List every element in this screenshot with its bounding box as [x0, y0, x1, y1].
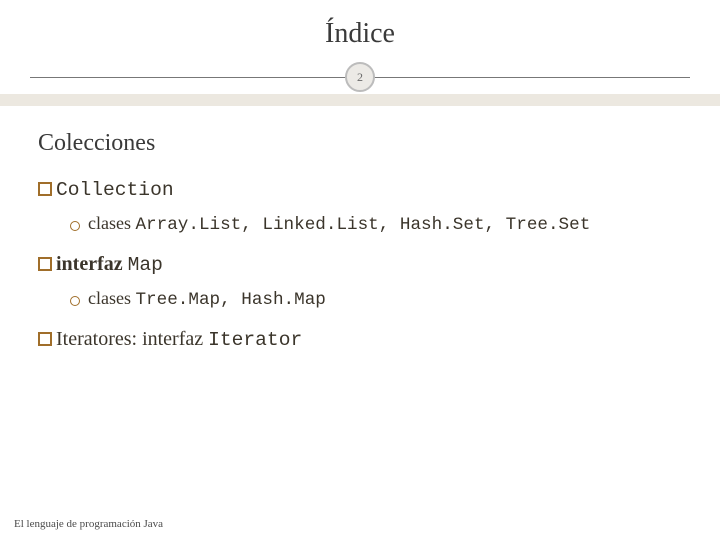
circle-bullet-icon: [70, 296, 80, 306]
list-subitem-code: Tree.Map, Hash.Map: [135, 290, 325, 310]
list-item: interfaz Map: [38, 253, 682, 276]
slide-footer: El lenguaje de programación Java: [14, 518, 163, 530]
list-item-code: Collection: [56, 179, 174, 201]
section-heading: Colecciones: [38, 130, 682, 157]
slide-content: Colecciones Collection clases Array.List…: [0, 106, 720, 540]
list-item: Collection: [38, 179, 682, 201]
slide-title: Índice: [0, 18, 720, 50]
header-band: [0, 94, 720, 106]
square-bullet-icon: [38, 257, 52, 271]
square-bullet-icon: [38, 182, 52, 196]
circle-bullet-icon: [70, 221, 80, 231]
list-subitem-prefix: clases: [88, 213, 135, 233]
list-subitem: clases Tree.Map, Hash.Map: [70, 288, 682, 310]
page-number-badge: 2: [345, 62, 375, 92]
list-item: Iteratores: interfaz Iterator: [38, 328, 682, 351]
list-subitem: clases Array.List, Linked.List, Hash.Set…: [70, 213, 682, 235]
list-item-prefix: interfaz: [56, 253, 128, 275]
list-item-prefix: Iteratores: interfaz: [56, 328, 208, 350]
list-item-code: Iterator: [208, 329, 302, 351]
list-subitem-code: Array.List, Linked.List, Hash.Set, Tree.…: [135, 215, 590, 235]
list-subitem-prefix: clases: [88, 288, 135, 308]
list-item-code: Map: [128, 254, 163, 276]
square-bullet-icon: [38, 332, 52, 346]
